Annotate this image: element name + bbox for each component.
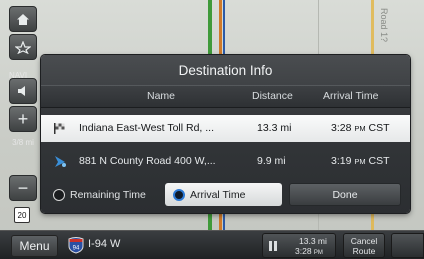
remaining-time-label: Remaining Time — [70, 188, 146, 201]
column-header-arrival-time: Arrival Time — [323, 90, 379, 102]
eta-button[interactable]: 13.3 mi 3:28 PM — [262, 233, 336, 258]
waypoint-arrival-time: 3:19 PM CST — [331, 155, 390, 167]
cancel-route-label-line1: Cancel — [350, 236, 378, 246]
radio-selected-icon — [173, 188, 185, 201]
current-road-label: I-94 W — [88, 238, 121, 250]
cancel-route-label-line2: Route — [352, 246, 376, 256]
more-button[interactable] — [391, 233, 424, 258]
destination-distance: 13.3 mi — [257, 122, 292, 134]
destination-button[interactable] — [9, 34, 37, 60]
zoom-in-button[interactable]: + — [9, 106, 37, 132]
pause-icon — [269, 241, 277, 251]
remaining-time-option[interactable]: Remaining Time — [49, 183, 161, 206]
eta-distance: 13.3 mi — [299, 236, 327, 246]
waypoint-distance: 9.9 mi — [257, 155, 286, 167]
minus-icon: − — [17, 177, 29, 198]
destination-name: Indiana East-West Toll Rd, ... — [79, 122, 215, 134]
map-scale-label: 3/8 mi — [12, 138, 34, 147]
interstate-number: 94 — [73, 246, 80, 252]
plus-icon: + — [17, 108, 29, 129]
flag-icon — [54, 123, 65, 134]
navigation-screen: Road 1? NAVI + 3/8 mi − 20 Destination I… — [0, 0, 424, 259]
destination-icon — [15, 40, 31, 54]
arrival-time-label: Arrival Time — [190, 188, 246, 201]
dialog-footer: Remaining Time Arrival Time Done — [41, 180, 410, 208]
dialog-title: Destination Info — [178, 63, 273, 78]
cancel-route-button[interactable]: Cancel Route — [343, 233, 385, 258]
route-shield: 20 — [14, 207, 30, 223]
home-icon — [17, 13, 29, 25]
home-button[interactable] — [9, 6, 37, 32]
arrival-time-option[interactable]: Arrival Time — [165, 183, 282, 206]
map-road-label: Road 1? — [379, 8, 389, 43]
radio-unselected-icon — [53, 188, 65, 201]
speaker-icon — [18, 86, 25, 96]
column-header-distance: Distance — [252, 90, 293, 102]
interstate-shield-icon: 94 — [68, 237, 84, 254]
waypoint-row[interactable]: 881 N County Road 400 W,... 9.9 mi 3:19 … — [41, 148, 410, 175]
destination-arrival-time: 3:28 PM CST — [331, 122, 390, 134]
waypoint-name: 881 N County Road 400 W,... — [79, 155, 216, 167]
done-button[interactable]: Done — [289, 183, 401, 206]
column-header-name: Name — [147, 90, 176, 102]
menu-button[interactable]: Menu — [11, 235, 58, 257]
eta-time: 3:28 PM — [295, 246, 323, 256]
destination-row[interactable]: Indiana East-West Toll Rd, ... 13.3 mi 3… — [41, 115, 410, 142]
volume-button[interactable] — [9, 78, 37, 104]
waypoint-icon — [55, 156, 66, 167]
destination-info-dialog: Destination Info Name Distance Arrival T… — [41, 55, 410, 213]
zoom-out-button[interactable]: − — [9, 175, 37, 201]
table-header: Name Distance Arrival Time — [41, 85, 410, 108]
